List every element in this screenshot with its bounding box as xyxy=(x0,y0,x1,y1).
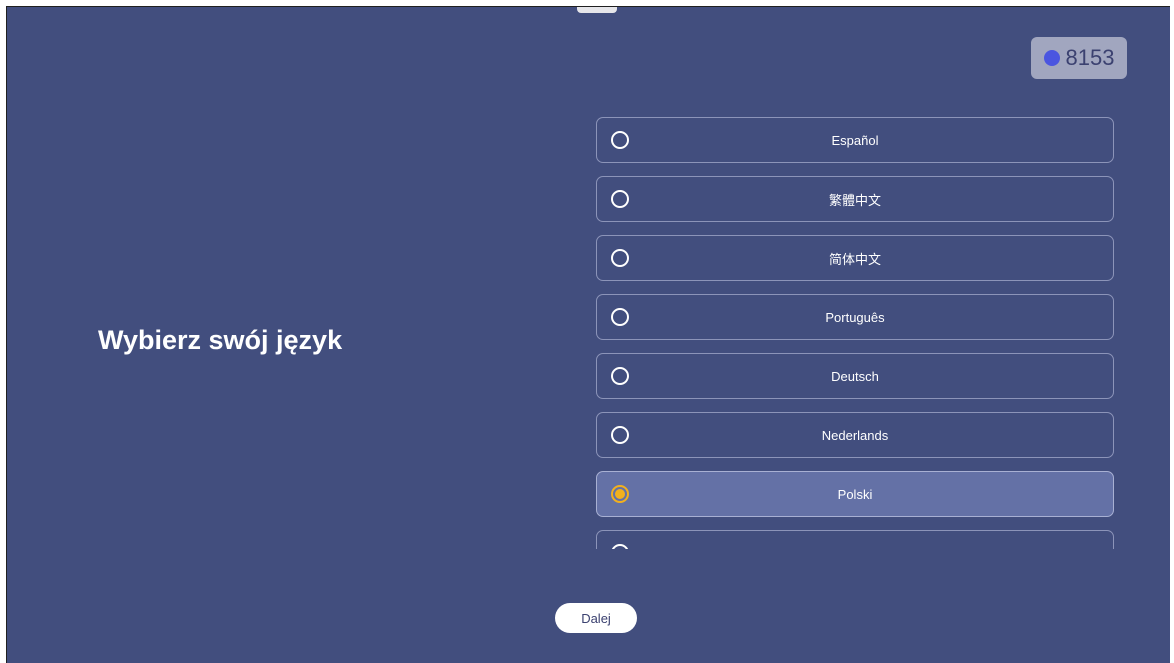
language-option[interactable]: Deutsch xyxy=(596,353,1114,399)
counter-badge: 8153 xyxy=(1031,37,1127,79)
language-option[interactable]: Português xyxy=(596,294,1114,340)
language-option[interactable]: Nederlands xyxy=(596,412,1114,458)
radio-unchecked-icon[interactable] xyxy=(611,544,629,549)
radio-unchecked-icon[interactable] xyxy=(611,367,629,385)
page-title: Wybierz swój język xyxy=(98,325,343,355)
language-option[interactable]: 简体中文 xyxy=(596,235,1114,281)
language-label: Português xyxy=(825,309,885,325)
radio-unchecked-icon[interactable] xyxy=(611,308,629,326)
language-label: Español xyxy=(831,132,879,148)
radio-unchecked-icon[interactable] xyxy=(611,131,629,149)
language-label: Polski xyxy=(837,486,873,502)
counter-value: 8153 xyxy=(1065,45,1115,70)
language-option[interactable]: Polski xyxy=(596,471,1114,517)
language-label: 简体中文 xyxy=(828,251,881,267)
next-button[interactable]: Dalej xyxy=(555,603,637,633)
language-label: 繁體中文 xyxy=(828,192,881,208)
language-list[interactable]: Español 繁體中文简体中文 Português Deutsch Nederland… xyxy=(596,117,1116,549)
language-option[interactable]: 繁體中文 xyxy=(596,176,1114,222)
language-label: Deutsch xyxy=(831,368,879,384)
radio-checked-icon[interactable] xyxy=(611,485,629,503)
radio-unchecked-icon[interactable] xyxy=(611,190,629,208)
top-pull-handle[interactable] xyxy=(577,7,617,13)
language-label: Nederlands xyxy=(821,427,889,443)
setup-screen: 8153 Wybierz swój język Español 繁體中文简体中文 P… xyxy=(6,6,1170,663)
status-dot-icon xyxy=(1043,50,1060,66)
language-option[interactable]: Español xyxy=(596,117,1114,163)
radio-unchecked-icon[interactable] xyxy=(611,426,629,444)
radio-unchecked-icon[interactable] xyxy=(611,249,629,267)
language-option[interactable] xyxy=(596,530,1114,549)
